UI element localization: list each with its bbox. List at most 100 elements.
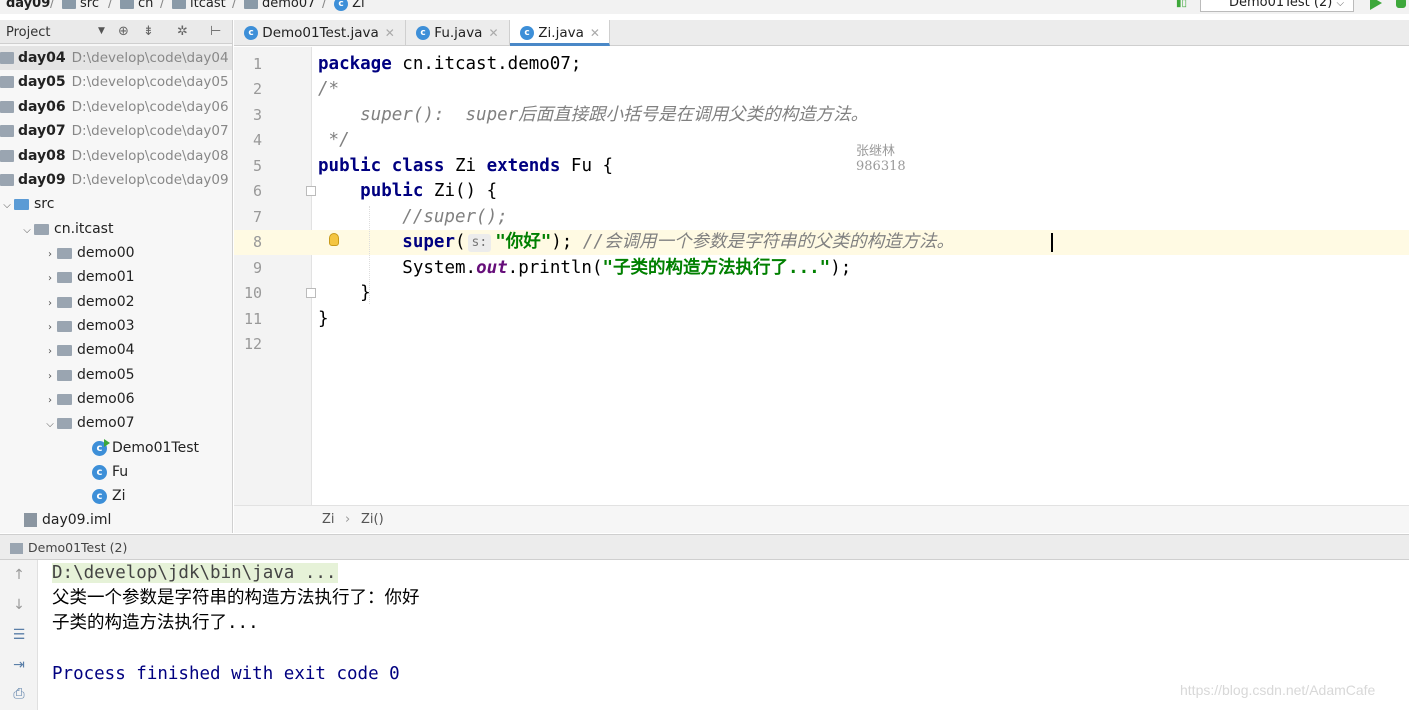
module-icon [0,101,14,113]
run-tab[interactable]: Demo01Test (2) [10,540,127,555]
folder-icon [172,0,186,9]
package-icon [57,344,72,356]
text-caret [1051,233,1053,252]
fold-icon[interactable] [306,186,316,196]
tree-module-day05[interactable]: day05 D:\develop\code\day05 [0,70,232,94]
module-icon [0,52,14,64]
tree-package-demo01[interactable]: › demo01 [0,265,232,291]
chevron-down-icon[interactable]: ⌵ [43,413,57,437]
crumb-cn[interactable]: cn [120,0,153,12]
tree-module-day06[interactable]: day06 D:\develop\code\day06 [0,95,232,119]
crumb-zi[interactable]: c Zi [334,0,365,12]
navigation-bar: day09 / src / cn / itcast / demo07 / c Z… [0,0,1409,14]
code-line-11: } [318,309,329,329]
console-line-exit: Process finished with exit code 0 [52,664,400,684]
tab-fu[interactable]: c Fu.java ✕ [406,20,510,46]
print-icon[interactable]: ⎙ [11,686,27,702]
line-number: 4 [252,131,262,149]
tree-package-demo04[interactable]: › demo04 [0,338,232,364]
build-icon[interactable]: ▮▯ [1176,0,1190,9]
runnable-class-icon: c [92,438,110,456]
console-line-output: 子类的构造方法执行了... [52,613,259,633]
tree-class-fu[interactable]: c Fu [0,460,232,484]
line-number: 7 [252,208,262,226]
tab-demo01test[interactable]: c Demo01Test.java ✕ [234,20,406,46]
scroll-to-end-icon[interactable]: ⇥ [11,657,27,673]
chevron-down-icon[interactable]: ⌵ [0,194,14,218]
run-panel-header: Demo01Test (2) [0,534,1409,560]
crumb-src[interactable]: src [62,0,99,12]
tree-module-day07[interactable]: day07 D:\develop\code\day07 [0,119,232,143]
folder-icon [62,0,76,9]
chevron-right-icon[interactable]: › [43,365,57,389]
tree-package-demo03[interactable]: › demo03 [0,314,232,340]
code-line-2: /* [318,79,340,99]
code-line-3: super(): super后面直接跟小括号是在调用父类的构造方法。 [318,105,869,125]
run-icon[interactable] [1370,0,1382,10]
chevron-right-icon[interactable]: › [43,316,57,340]
module-icon [0,125,14,137]
package-icon [57,393,72,405]
tree-module-day09[interactable]: day09 D:\develop\code\day09 [0,168,232,192]
project-view-selector[interactable]: Project [6,25,50,40]
crumb-demo07[interactable]: demo07 [244,0,315,12]
soft-wrap-icon[interactable]: ☰ [11,627,27,643]
chevron-right-icon: › [345,512,351,527]
folder-icon [244,0,258,9]
run-config-icon [10,543,23,554]
collapse-icon[interactable]: ⇟ [143,24,154,39]
overlay-watermark-name: 张继林 [856,144,896,159]
locate-icon[interactable]: ⊕ [118,24,129,39]
line-number: 6 [252,182,262,200]
close-icon[interactable]: ✕ [385,26,395,40]
class-icon: c [92,464,107,480]
tree-package-demo07[interactable]: ⌵ demo07 [0,411,232,437]
tree-src[interactable]: ⌵ src [0,192,232,218]
tab-zi[interactable]: c Zi.java ✕ [510,20,610,46]
parameter-hint: s: [467,234,492,252]
tree-class-demo01test[interactable]: c Demo01Test [0,436,232,460]
code-line-8: super(s: "你好"); //会调用一个参数是字符串的父类的构造方法。 [402,232,954,252]
module-file-icon [24,513,37,527]
tree-module-day04[interactable]: day04 D:\develop\code\day04 [0,46,232,70]
crumb-itcast[interactable]: itcast [172,0,226,12]
close-icon[interactable]: ✕ [590,26,600,40]
crumb-project[interactable]: day09 [6,0,50,12]
class-icon: c [416,26,430,40]
code-editor[interactable]: 1 2 3 4 5 6 7 8 9 10 11 12 package cn.it… [234,47,1409,505]
package-icon [57,417,72,429]
module-icon [0,76,14,88]
chevron-right-icon[interactable]: › [43,267,57,291]
line-number: 10 [243,284,262,302]
package-icon [57,296,72,308]
tree-package-demo02[interactable]: › demo02 [0,290,232,316]
gear-icon[interactable]: ✲ [177,24,188,39]
tree-module-day08[interactable]: day08 D:\develop\code\day08 [0,144,232,168]
arrow-down-icon[interactable]: ↓ [11,597,27,613]
tree-package-demo06[interactable]: › demo06 [0,387,232,413]
chevron-down-icon[interactable]: ⌵ [20,219,34,243]
tree-package-itcast[interactable]: ⌵ cn.itcast [0,217,232,243]
chevron-right-icon[interactable]: › [43,340,57,364]
editor-crumb-class[interactable]: Zi [322,512,335,527]
tree-class-zi[interactable]: c Zi [0,484,232,508]
package-icon [34,223,49,235]
chevron-right-icon[interactable]: › [43,292,57,316]
chevron-down-icon[interactable]: ▼ [98,26,105,36]
class-icon: c [520,26,534,40]
editor-tab-bar: c Demo01Test.java ✕ c Fu.java ✕ c Zi.java ✕ [234,20,1409,46]
code-line-6: public Zi() { [360,181,498,201]
editor-breadcrumb: Zi › Zi() [234,505,1409,533]
debug-icon[interactable] [1396,0,1406,8]
fold-icon[interactable] [306,288,316,298]
chevron-right-icon[interactable]: › [43,389,57,413]
tree-file-iml[interactable]: day09.iml [0,508,232,532]
tree-package-demo00[interactable]: › demo00 [0,241,232,267]
run-config-select[interactable]: Demo01Test (2) ⌵ [1200,0,1354,12]
close-icon[interactable]: ✕ [488,26,498,40]
hide-icon[interactable]: ⊢ [210,24,221,39]
chevron-right-icon[interactable]: › [43,243,57,267]
editor-crumb-method[interactable]: Zi() [361,512,384,527]
tree-package-demo05[interactable]: › demo05 [0,363,232,389]
arrow-up-icon[interactable]: ↑ [11,567,27,583]
